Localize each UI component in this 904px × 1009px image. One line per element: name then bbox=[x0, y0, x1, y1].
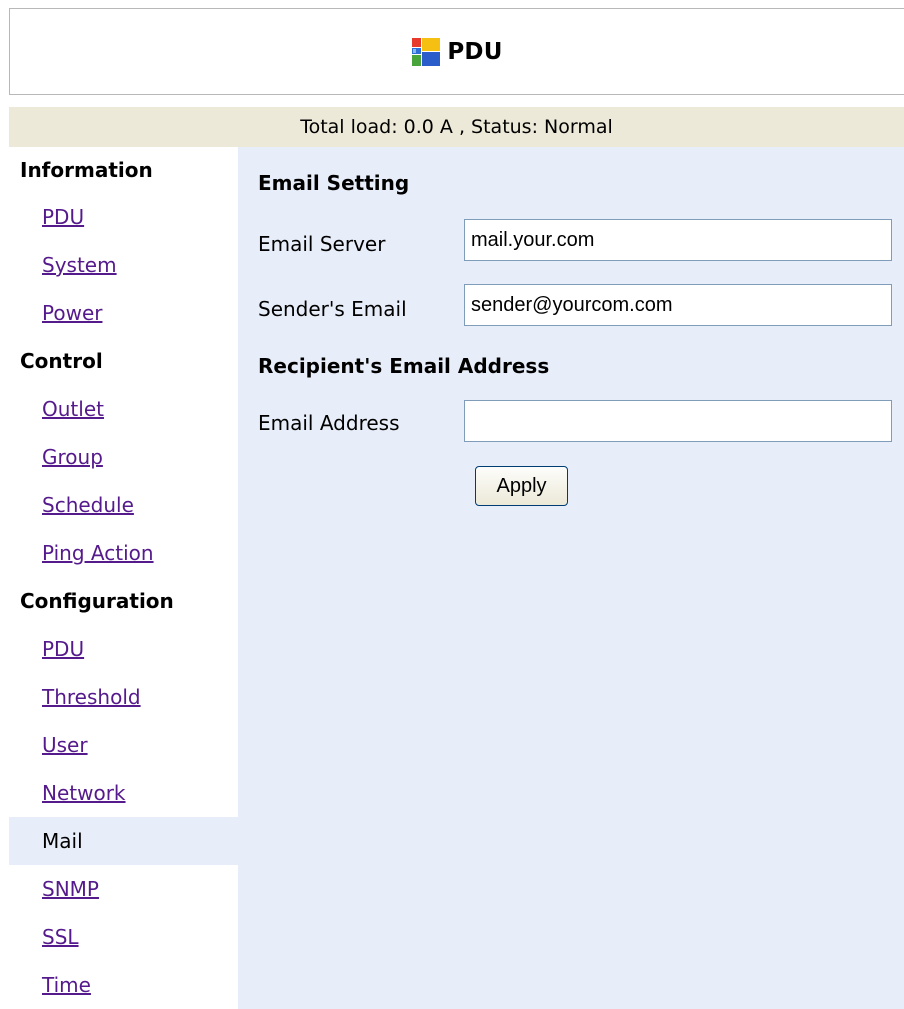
sidebar-item-ping-action[interactable]: Ping Action bbox=[9, 529, 238, 577]
sidebar-item-mail-active: Mail bbox=[9, 817, 238, 865]
sidebar-item-schedule[interactable]: Schedule bbox=[9, 481, 238, 529]
sidebar-link-group[interactable]: Group bbox=[42, 445, 103, 469]
page-title: PDU bbox=[447, 38, 503, 65]
sender-email-input[interactable] bbox=[464, 284, 892, 326]
sidebar-link-user[interactable]: User bbox=[42, 733, 88, 757]
sidebar-link-snmp[interactable]: SNMP bbox=[42, 877, 99, 901]
sidebar-link-time[interactable]: Time bbox=[42, 973, 91, 997]
sidebar-section-information: Information bbox=[20, 158, 153, 182]
mail-settings-panel: Email Setting Email Server Sender's Emai… bbox=[238, 147, 904, 1009]
sidebar-item-outlet[interactable]: Outlet bbox=[9, 385, 238, 433]
sidebar-link-schedule[interactable]: Schedule bbox=[42, 493, 134, 517]
sidebar-link-info-pdu[interactable]: PDU bbox=[42, 205, 84, 229]
sidebar-link-ssl[interactable]: SSL bbox=[42, 925, 79, 949]
sidebar-section-configuration: Configuration bbox=[20, 589, 174, 613]
sender-email-label: Sender's Email bbox=[258, 297, 407, 321]
sidebar-item-user[interactable]: User bbox=[9, 721, 238, 769]
sidebar: Information PDU System Power Control Out… bbox=[9, 147, 238, 1009]
recipient-email-title: Recipient's Email Address bbox=[258, 354, 550, 378]
sidebar-item-system[interactable]: System bbox=[9, 241, 238, 289]
sidebar-link-system[interactable]: System bbox=[42, 253, 117, 277]
email-server-label: Email Server bbox=[258, 232, 386, 256]
status-bar: Total load: 0.0 A , Status: Normal bbox=[9, 107, 904, 147]
email-address-label: Email Address bbox=[258, 411, 400, 435]
sidebar-link-config-pdu[interactable]: PDU bbox=[42, 637, 84, 661]
sidebar-section-control: Control bbox=[20, 349, 103, 373]
sidebar-item-info-pdu[interactable]: PDU bbox=[9, 193, 238, 241]
sidebar-item-network[interactable]: Network bbox=[9, 769, 238, 817]
header-title-group: PDU bbox=[411, 37, 502, 67]
sidebar-link-power[interactable]: Power bbox=[42, 301, 102, 325]
sidebar-link-outlet[interactable]: Outlet bbox=[42, 397, 104, 421]
sidebar-item-config-pdu[interactable]: PDU bbox=[9, 625, 238, 673]
pdu-logo-icon bbox=[411, 37, 441, 67]
sidebar-item-power[interactable]: Power bbox=[9, 289, 238, 337]
status-text: Total load: 0.0 A , Status: Normal bbox=[300, 116, 613, 138]
sidebar-item-group[interactable]: Group bbox=[9, 433, 238, 481]
page-header: PDU bbox=[9, 8, 904, 95]
sidebar-item-threshold[interactable]: Threshold bbox=[9, 673, 238, 721]
sidebar-link-threshold[interactable]: Threshold bbox=[42, 685, 141, 709]
sidebar-link-ping-action[interactable]: Ping Action bbox=[42, 541, 154, 565]
apply-button[interactable]: Apply bbox=[475, 466, 568, 506]
sidebar-item-ssl[interactable]: SSL bbox=[9, 913, 238, 961]
pdu-web-page: PDU Total load: 0.0 A , Status: Normal I… bbox=[0, 0, 904, 1009]
email-setting-title: Email Setting bbox=[258, 171, 410, 195]
email-server-input[interactable] bbox=[464, 219, 892, 261]
sidebar-item-time[interactable]: Time bbox=[9, 961, 238, 1009]
sidebar-link-network[interactable]: Network bbox=[42, 781, 126, 805]
email-address-input[interactable] bbox=[464, 400, 892, 442]
sidebar-item-snmp[interactable]: SNMP bbox=[9, 865, 238, 913]
